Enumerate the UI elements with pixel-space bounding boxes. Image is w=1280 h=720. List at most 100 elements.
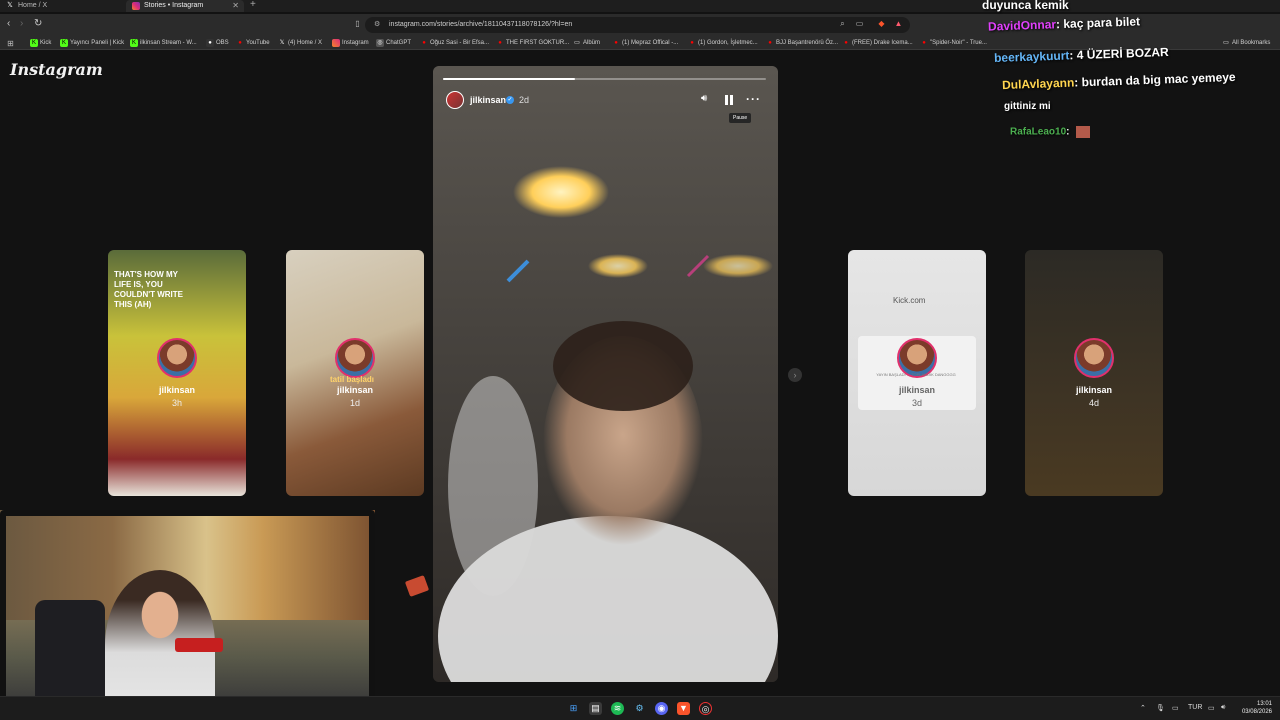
story-quote-text: THAT'S HOW MY LIFE IS, YOU COULDN'T WRIT… (114, 270, 184, 309)
story-username[interactable]: jilkinsan (470, 95, 506, 105)
url-input[interactable]: ⚙ instagram.com/stories/archive/18110437… (365, 17, 910, 33)
verified-badge-icon: ✓ (506, 96, 514, 104)
windows-start-icon[interactable]: ⊞ (567, 702, 580, 715)
chat-username: DavidOnnar (987, 17, 1057, 34)
forward-icon[interactable]: › (20, 18, 23, 29)
bookmark-bjj[interactable]: ● BJJ Başantrenörü Öz... (766, 37, 838, 49)
bookmark-page-icon[interactable]: ▯ (353, 19, 362, 28)
story-username: jilkinsan (336, 385, 373, 395)
app-icon[interactable]: ◎ (699, 702, 712, 715)
task-view-icon[interactable]: ▤ (589, 702, 602, 715)
story-preview-3[interactable]: Kick.com YAYIN BAŞLADI ... TOPLANDIK DAN… (848, 250, 986, 496)
tab-instagram-stories[interactable]: Stories • Instagram ✕ (126, 0, 244, 12)
youtube-icon: ● (614, 40, 618, 46)
avatar[interactable] (446, 91, 464, 109)
chatgpt-icon: ◎ (376, 39, 384, 47)
story-username: jilkinsan (1075, 385, 1112, 395)
windows-taskbar: ⊞ ▤ ≋ ⚙ ◉ ▼ ◎ ⌃ 🎙︎ ▭ TUR ▭ 🔊︎ 13:01 03/0… (0, 696, 1280, 720)
bookmark-drake[interactable]: ● (FREE) Drake Icema... (842, 37, 913, 49)
tray-overflow-icon[interactable]: ⌃ (1140, 704, 1146, 712)
spotify-icon[interactable]: ≋ (611, 702, 624, 715)
brave-rewards-icon[interactable]: ▲ (894, 19, 903, 28)
tab-title: Home / X (18, 2, 48, 9)
kick-icon: K (60, 39, 68, 47)
webcam-frame (0, 510, 375, 720)
bookmark-goktur[interactable]: ● THE FIRST GOKTUR... (496, 37, 569, 49)
bookmark-album[interactable]: ▭ Albüm (573, 37, 600, 49)
story-overlay-text: tatil başladı (330, 375, 375, 384)
clock-time: 13:01 (1256, 701, 1272, 707)
chat-message: beerkaykuurt: 4 ÜZERİ BOZAR (993, 44, 1169, 66)
network-icon[interactable]: ▭ (1208, 704, 1215, 712)
folder-icon: ▭ (574, 40, 580, 46)
steam-icon[interactable]: ⚙ (633, 702, 646, 715)
story-time: 1d (349, 398, 360, 408)
discord-icon[interactable]: ◉ (655, 702, 668, 715)
bookmark-youtube[interactable]: ● YouTube (236, 37, 269, 49)
bookmark-spider-noir[interactable]: ● "Spider-Noir" - True... (920, 37, 987, 49)
story-link-text: Kick.com (893, 296, 926, 305)
bookmark-mepraz[interactable]: ● (1) Mepraz Offical -... (612, 37, 678, 49)
instagram-icon (132, 2, 140, 10)
kick-icon: K (130, 39, 138, 47)
story-time: 4d (1088, 398, 1099, 408)
youtube-icon: ● (844, 40, 848, 46)
instagram-icon (332, 39, 340, 47)
tab-title: Stories • Instagram (144, 2, 204, 9)
bookmark-x[interactable]: 𝕏 (4) Home / X (278, 37, 322, 49)
obs-icon: ● (206, 39, 214, 47)
story-preview-2[interactable]: tatil başladı jilkinsan 1d (286, 250, 424, 496)
zoom-icon[interactable]: ⌕ (838, 19, 847, 28)
youtube-icon: ● (422, 40, 426, 46)
youtube-icon: ● (238, 40, 242, 46)
pause-icon[interactable] (725, 95, 733, 105)
story-preview-4[interactable]: jilkinsan 4d (1025, 250, 1163, 496)
keyboard-language[interactable]: TUR (1188, 704, 1202, 711)
bookmark-instagram[interactable]: Instagram (332, 37, 369, 49)
bookmark-kick-panel[interactable]: K Yayıncı Paneli | Kick (60, 37, 124, 49)
bookmark-obs[interactable]: ● OBS (206, 37, 229, 49)
chat-username: DulAvlayann (1001, 75, 1075, 93)
story-video-frame (433, 66, 778, 682)
new-tab-button[interactable]: + (250, 0, 256, 10)
close-tab-icon[interactable]: ✕ (232, 0, 239, 12)
story-preview-1[interactable]: THAT'S HOW MY LIFE IS, YOU COULDN'T WRIT… (108, 250, 246, 496)
display-icon[interactable]: ▭ (1172, 704, 1179, 712)
taskbar-clock[interactable]: 13:01 03/08/2026 (1238, 700, 1272, 716)
story-viewer[interactable]: jilkinsan ✓ 2d 🔊︎ ··· Pause (433, 66, 778, 682)
cast-icon[interactable]: ▭ (855, 19, 864, 28)
chat-message: DulAvlayann: burdan da big mac yemeye (1001, 69, 1236, 93)
back-icon[interactable]: ‹ (7, 18, 10, 29)
youtube-icon: ● (922, 40, 926, 46)
tab-home-x[interactable]: 𝕏 Home / X (0, 0, 124, 12)
chat-message: DavidOnnar: kaç para bilet (987, 14, 1141, 34)
bookmark-gordon[interactable]: ● (1) Gordon, İşletmec... (688, 37, 758, 49)
story-progress-fill (443, 78, 576, 80)
chat-message: RafaLeao10: (1010, 126, 1091, 138)
pause-tooltip: Pause (729, 113, 752, 123)
volume-tray-icon[interactable]: 🔊︎ (1221, 704, 1225, 712)
more-options-icon[interactable]: ··· (746, 92, 761, 106)
bookmark-chatgpt[interactable]: ◎ ChatGPT (376, 37, 411, 49)
webcam-overlay (0, 510, 375, 720)
kick-icon: K (30, 39, 38, 47)
x-logo-icon: 𝕏 (279, 40, 285, 46)
next-story-arrow-icon[interactable]: › (788, 368, 802, 382)
chat-emote-icon (1076, 126, 1091, 138)
instagram-logo[interactable]: Instagram (10, 60, 103, 79)
story-time: 3h (171, 398, 182, 408)
apps-grid-icon[interactable]: ⊞ (6, 39, 15, 48)
microphone-icon[interactable]: 🎙︎ (1156, 704, 1165, 712)
bookmark-kick[interactable]: K Kick (30, 37, 51, 49)
x-logo-icon: 𝕏 (7, 2, 13, 9)
avatar (335, 338, 375, 378)
bookmark-stream[interactable]: Kilkinsan Stream - W... (130, 37, 197, 49)
chat-username: RafaLeao10 (1010, 126, 1067, 138)
brave-shield-icon[interactable]: ◆ (877, 19, 886, 28)
reload-icon[interactable]: ↻ (34, 18, 42, 29)
brave-icon[interactable]: ▼ (677, 702, 690, 715)
volume-icon[interactable]: 🔊︎ (701, 93, 713, 105)
sticker-emote (404, 575, 430, 597)
bookmark-oguz[interactable]: ● Oğuz Sasi - Bir Efsa... (420, 37, 489, 49)
site-info-icon[interactable]: ⚙ (374, 17, 380, 33)
